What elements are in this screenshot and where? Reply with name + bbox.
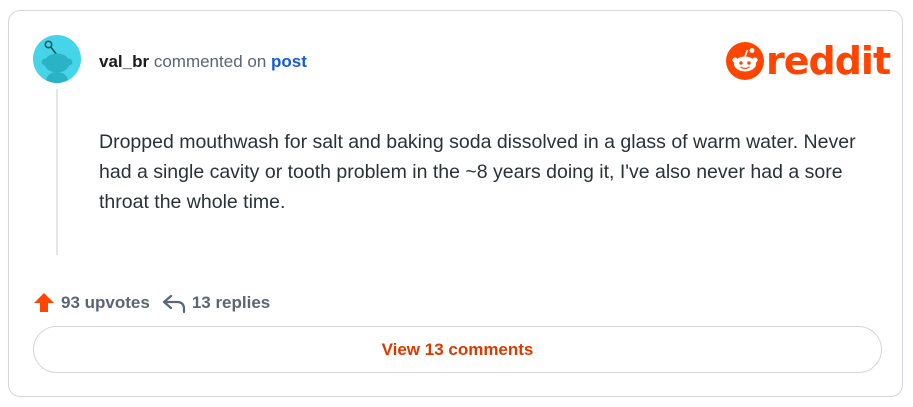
snoo-avatar-icon [41,40,73,83]
comment-header: val_br commented on post [99,51,307,73]
comment-stats: 93 upvotes 13 replies [33,291,270,315]
replies-count: 13 replies [191,293,271,312]
thread-line [56,89,58,255]
username[interactable]: val_br [99,52,149,71]
reddit-wordmark: reddit [766,39,891,83]
replies-stat[interactable]: 13 replies [162,292,270,314]
view-comments-button[interactable]: View 13 comments [33,326,882,373]
user-avatar[interactable] [33,35,81,83]
comment-body: Dropped mouthwash for salt and baking so… [99,131,856,213]
upvote-arrow-icon [34,293,54,312]
upvotes-stat[interactable]: 93 upvotes [33,292,150,314]
reddit-logo[interactable]: reddit [726,39,891,83]
post-link[interactable]: post [271,52,307,71]
comment-embed-card: val_br commented on post reddit Dropped … [8,10,903,397]
reddit-snoo-icon [726,42,764,80]
comment-action-text: commented on [153,52,267,71]
upvotes-count: 93 upvotes [61,293,150,312]
reply-arrow-icon [162,294,185,314]
